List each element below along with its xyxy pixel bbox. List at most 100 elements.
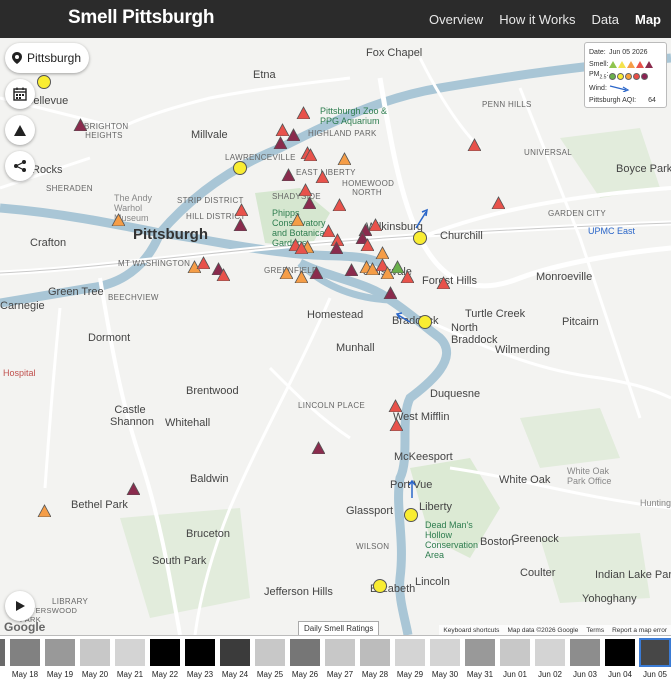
smell-report-marker[interactable] — [303, 148, 317, 161]
day-label: May 24 — [221, 670, 249, 679]
report-error-link[interactable]: Report a map error — [612, 627, 667, 634]
smell-report-marker[interactable] — [360, 238, 374, 251]
keyboard-shortcuts-link[interactable]: Keyboard shortcuts — [443, 627, 499, 634]
smell-report-marker[interactable] — [400, 270, 414, 283]
day-label: May 19 — [46, 670, 74, 679]
play-animation-button[interactable] — [5, 591, 35, 621]
smell-report-marker[interactable] — [233, 218, 247, 231]
day-label: May 18 — [11, 670, 39, 679]
smell-report-marker[interactable] — [281, 168, 295, 181]
smell-report-marker[interactable] — [298, 183, 312, 196]
smell-report-marker[interactable] — [388, 399, 402, 412]
smell-report-marker[interactable] — [273, 136, 287, 149]
smell-level-3-icon — [627, 60, 635, 68]
timeline-day[interactable]: Jun 03 — [568, 638, 602, 680]
smell-report-marker[interactable] — [73, 118, 87, 131]
map-canvas[interactable]: Fox Chapel Etna Bellevue Millvale Pittsb… — [0, 38, 671, 635]
pm-sensor-marker[interactable] — [37, 75, 51, 89]
location-search[interactable]: Pittsburgh — [5, 43, 90, 73]
place-label: Bruceton — [186, 528, 231, 540]
smell-report-button[interactable] — [5, 115, 35, 145]
nav-how-it-works[interactable]: How it Works — [499, 12, 575, 27]
place-label: South Park — [152, 555, 207, 567]
timeline-day[interactable]: Jun 02 — [533, 638, 567, 680]
smell-report-marker[interactable] — [294, 270, 308, 283]
smell-report-marker[interactable] — [467, 138, 481, 151]
day-rating-box — [254, 638, 286, 667]
terms-link[interactable]: Terms — [586, 627, 604, 634]
day-rating-box — [429, 638, 461, 667]
legend-pm-label: PM — [589, 71, 600, 79]
smell-report-marker[interactable] — [337, 152, 351, 165]
day-rating-box — [44, 638, 76, 667]
timeline-day[interactable]: May 18 — [8, 638, 42, 680]
timeline-day[interactable] — [0, 638, 7, 680]
smell-report-marker[interactable] — [296, 106, 310, 119]
pm-level-2-icon — [617, 72, 624, 80]
neighborhood-label: Mt Washington — [118, 259, 191, 268]
place-label: Fox Chapel — [366, 47, 423, 59]
smell-report-marker[interactable] — [383, 286, 397, 299]
smell-report-marker[interactable] — [309, 266, 323, 279]
timeline-day[interactable]: May 23 — [183, 638, 217, 680]
timeline-day[interactable]: May 25 — [253, 638, 287, 680]
timeline-day[interactable]: May 22 — [148, 638, 182, 680]
share-icon — [14, 160, 26, 172]
legend-aqi-label: Pittsburgh AQI: — [589, 96, 637, 104]
smell-report-marker[interactable] — [196, 256, 210, 269]
smell-report-marker[interactable] — [111, 213, 125, 226]
timeline-day[interactable]: Jun 04 — [603, 638, 637, 680]
timeline-day[interactable]: May 26 — [288, 638, 322, 680]
calendar-icon — [13, 87, 27, 101]
smell-report-marker[interactable] — [389, 418, 403, 431]
pm-sensor-marker[interactable] — [413, 231, 427, 245]
calendar-button[interactable] — [5, 79, 35, 109]
smell-report-marker[interactable] — [279, 266, 293, 279]
pm-sensor-marker[interactable] — [404, 508, 418, 522]
nav-data[interactable]: Data — [592, 12, 619, 27]
timeline-day[interactable]: May 29 — [393, 638, 427, 680]
smell-report-marker[interactable] — [126, 482, 140, 495]
timeline-day[interactable]: Jun 05 — [638, 638, 671, 680]
smell-report-marker[interactable] — [329, 241, 343, 254]
timeline-day[interactable]: May 19 — [43, 638, 77, 680]
smell-report-marker[interactable] — [302, 196, 316, 209]
day-label: Jun 01 — [502, 670, 528, 679]
place-label: Homestead — [307, 309, 364, 321]
timeline-day[interactable]: May 28 — [358, 638, 392, 680]
nav-map[interactable]: Map — [635, 12, 661, 27]
pm-sensor-marker[interactable] — [418, 315, 432, 329]
timeline-day[interactable]: May 31 — [463, 638, 497, 680]
daily-ratings-tab[interactable]: Daily Smell Ratings — [298, 621, 380, 635]
smell-report-marker[interactable] — [216, 268, 230, 281]
smell-report-marker[interactable] — [311, 441, 325, 454]
place-label: Huntingdon — [640, 498, 671, 508]
smell-report-marker[interactable] — [37, 504, 51, 517]
pm-sensor-marker[interactable] — [373, 579, 387, 593]
smell-report-marker[interactable] — [344, 263, 358, 276]
day-label: May 25 — [256, 670, 284, 679]
timeline-day[interactable]: May 24 — [218, 638, 252, 680]
smell-report-marker[interactable] — [491, 196, 505, 209]
smell-report-marker[interactable] — [380, 266, 394, 279]
smell-report-marker[interactable] — [436, 276, 450, 289]
brand-title[interactable]: Smell Pittsburgh — [68, 7, 214, 29]
timeline-day[interactable]: May 21 — [113, 638, 147, 680]
place-label: Munhall — [336, 342, 375, 354]
share-button[interactable] — [5, 151, 35, 181]
smell-report-marker[interactable] — [290, 213, 304, 226]
smell-report-marker[interactable] — [315, 170, 329, 183]
timeline-day[interactable]: May 27 — [323, 638, 357, 680]
timeline-day[interactable]: May 20 — [78, 638, 112, 680]
pm-sensor-marker[interactable] — [233, 161, 247, 175]
timeline-day[interactable]: May 30 — [428, 638, 462, 680]
smell-report-marker[interactable] — [286, 128, 300, 141]
nav-overview[interactable]: Overview — [429, 12, 483, 27]
day-label: May 30 — [431, 670, 459, 679]
day-label: May 29 — [396, 670, 424, 679]
place-label: Monroeville — [536, 271, 593, 283]
timeline-day[interactable]: Jun 01 — [498, 638, 532, 680]
smell-report-marker[interactable] — [294, 241, 308, 254]
smell-report-marker[interactable] — [234, 203, 248, 216]
smell-report-marker[interactable] — [332, 198, 346, 211]
